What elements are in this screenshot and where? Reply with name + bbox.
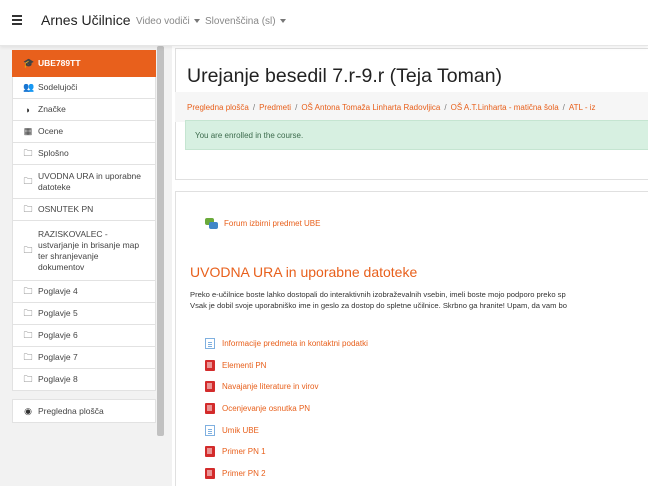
sidebar-item-label: Sodelujoči: [38, 82, 78, 92]
folder-icon: 🗀: [23, 351, 33, 362]
language-label: Slovenščina (sl): [205, 16, 276, 27]
breadcrumb-link[interactable]: Pregledna plošča: [187, 103, 249, 112]
badge-icon: ◗: [25, 104, 31, 115]
folder-icon: 🗀: [23, 175, 33, 186]
pdf-icon: [205, 403, 215, 415]
sidebar-item-label: Poglavje 7: [38, 352, 78, 362]
resource-list: Informacije predmeta in kontaktni podatk…: [205, 333, 368, 484]
resource-label: Umik UBE: [222, 425, 259, 435]
folder-icon: 🗀: [23, 373, 33, 384]
video-guides-label: Video vodiči: [136, 16, 190, 27]
graduation-cap-icon: 🎓: [23, 58, 35, 68]
sidebar-item-label: Poglavje 6: [38, 330, 78, 340]
pdf-icon: [205, 359, 215, 371]
section-summary: Preko e-učilnice boste lahko dostopali d…: [190, 290, 567, 311]
sidebar-item[interactable]: 🗀 UVODNA URA in uporabne datoteke: [12, 165, 156, 199]
resource-link[interactable]: Navajanje literature in virov: [205, 376, 368, 398]
sidebar-item[interactable]: 🗀 Splošno: [12, 143, 156, 165]
resource-label: Informacije predmeta in kontaktni podatk…: [222, 339, 368, 349]
sidebar-item-dashboard[interactable]: ◉ Pregledna plošča: [12, 399, 156, 423]
breadcrumb-link[interactable]: ATL - iz: [569, 103, 596, 112]
section-title: UVODNA URA in uporabne datoteke: [190, 264, 418, 280]
section-summary-line: Vsak je dobil svoje uporabniško ime in g…: [190, 300, 567, 310]
users-icon: 👥: [23, 82, 35, 92]
pdf-icon: [205, 381, 215, 393]
breadcrumb-link[interactable]: OŠ A.T.Linharta - matična šola: [451, 103, 559, 112]
sidebar-item-label: Splošno: [38, 148, 69, 158]
sidebar-item-label: Poglavje 4: [38, 286, 78, 296]
sidebar-item[interactable]: ◗ Značke: [12, 99, 156, 121]
sidebar-item[interactable]: 🗀 RAZISKOVALEC - ustvarjanje in brisanje …: [12, 221, 156, 281]
folder-icon: 🗀: [23, 285, 33, 296]
hamburger-menu-icon[interactable]: [8, 10, 28, 30]
chevron-down-icon: [193, 19, 200, 24]
course-sidebar: 🎓 UBE789TT 👥 Sodelujoči ◗ Značke ▦ Ocene 🗀 Splošn…: [0, 46, 172, 486]
page-title: Urejanje besedil 7.r-9.r (Teja Toman): [187, 65, 503, 87]
forum-icon: [205, 218, 218, 229]
breadcrumb-separator: /: [295, 103, 298, 112]
document-icon: [205, 424, 215, 436]
sidebar-item-label: Poglavje 8: [38, 374, 78, 384]
folder-icon: 🗀: [23, 307, 33, 318]
sidebar-item[interactable]: 🗀 Poglavje 4: [12, 281, 156, 303]
sidebar-item[interactable]: 🗀 Poglavje 7: [12, 347, 156, 369]
resource-label: Ocenjevanje osnutka PN: [222, 404, 311, 414]
language-menu[interactable]: Slovenščina (sl): [205, 16, 286, 27]
resource-label: Primer PN 2: [222, 468, 266, 478]
breadcrumb-separator: /: [562, 103, 565, 112]
chevron-down-icon: [279, 19, 286, 24]
sidebar-item[interactable]: 👥 Sodelujoči: [12, 77, 156, 99]
sidebar-item[interactable]: 🗀 Poglavje 6: [12, 325, 156, 347]
folder-icon: 🗀: [23, 329, 33, 340]
section-summary-line: Preko e-učilnice boste lahko dostopali d…: [190, 290, 566, 299]
resource-label: Primer PN 1: [222, 447, 266, 457]
sidebar-item[interactable]: ▦ Ocene: [12, 121, 156, 143]
forum-link-label: Forum izbirni predmet UBE: [224, 219, 321, 228]
sidebar-item-label: Pregledna plošča: [38, 405, 104, 416]
breadcrumb-separator: /: [444, 103, 447, 112]
sidebar-item-label: RAZISKOVALEC - ustvarjanje in brisanje m…: [38, 228, 140, 272]
resource-link[interactable]: Elementi PN: [205, 355, 368, 377]
top-navbar: Arnes Učilnice Video vodiči Slovenščina …: [0, 0, 648, 46]
resource-link[interactable]: Umik UBE: [205, 419, 368, 441]
sidebar-item[interactable]: 🗀 Poglavje 5: [12, 303, 156, 325]
video-guides-menu[interactable]: Video vodiči: [136, 16, 200, 27]
forum-link[interactable]: Forum izbirni predmet UBE: [205, 218, 320, 229]
resource-label: Navajanje literature in virov: [222, 382, 319, 392]
resource-label: Elementi PN: [222, 360, 267, 370]
breadcrumb-link[interactable]: OŠ Antona Tomaža Linharta Radovljica: [301, 103, 440, 112]
enrolled-alert: You are enrolled in the course.: [185, 120, 648, 150]
dashboard-icon: ◉: [24, 405, 32, 416]
folder-icon: 🗀: [23, 244, 33, 255]
sidebar-item-label: OSNUTEK PN: [38, 204, 94, 214]
sidebar-nav: 🎓 UBE789TT 👥 Sodelujoči ◗ Značke ▦ Ocene 🗀 Splošn…: [12, 50, 156, 423]
breadcrumb-separator: /: [252, 103, 256, 112]
sidebar-item-label: Poglavje 5: [38, 308, 78, 318]
breadcrumb: Pregledna plošča / Predmeti / OŠ Antona Toma…: [175, 92, 648, 122]
resource-link[interactable]: Ocenjevanje osnutka PN: [205, 398, 368, 420]
sidebar-item[interactable]: 🗀 Poglavje 8: [12, 369, 156, 391]
sidebar-item[interactable]: 🎓 UBE789TT: [12, 50, 156, 77]
pdf-icon: [205, 446, 215, 458]
folder-icon: 🗀: [23, 203, 33, 214]
breadcrumb-link[interactable]: Predmeti: [259, 103, 291, 112]
resource-link[interactable]: Informacije predmeta in kontaktni podatk…: [205, 333, 368, 355]
sidebar-item-label: UBE789TT: [38, 58, 81, 68]
sidebar-item[interactable]: 🗀 OSNUTEK PN: [12, 199, 156, 221]
resource-link[interactable]: Primer PN 1: [205, 441, 368, 463]
sidebar-separator: [12, 391, 156, 399]
sidebar-item-label: Ocene: [38, 126, 64, 136]
folder-icon: 🗀: [23, 147, 33, 158]
site-name[interactable]: Arnes Učilnice: [41, 12, 130, 28]
document-icon: [205, 338, 215, 350]
pdf-icon: [205, 467, 215, 479]
grid-icon: ▦: [23, 126, 33, 136]
sidebar-scrollbar[interactable]: [157, 46, 164, 436]
sidebar-item-label: Značke: [38, 104, 66, 114]
sidebar-item-label: UVODNA URA in uporabne datoteke: [38, 170, 141, 192]
resource-link[interactable]: Primer PN 2: [205, 463, 368, 485]
